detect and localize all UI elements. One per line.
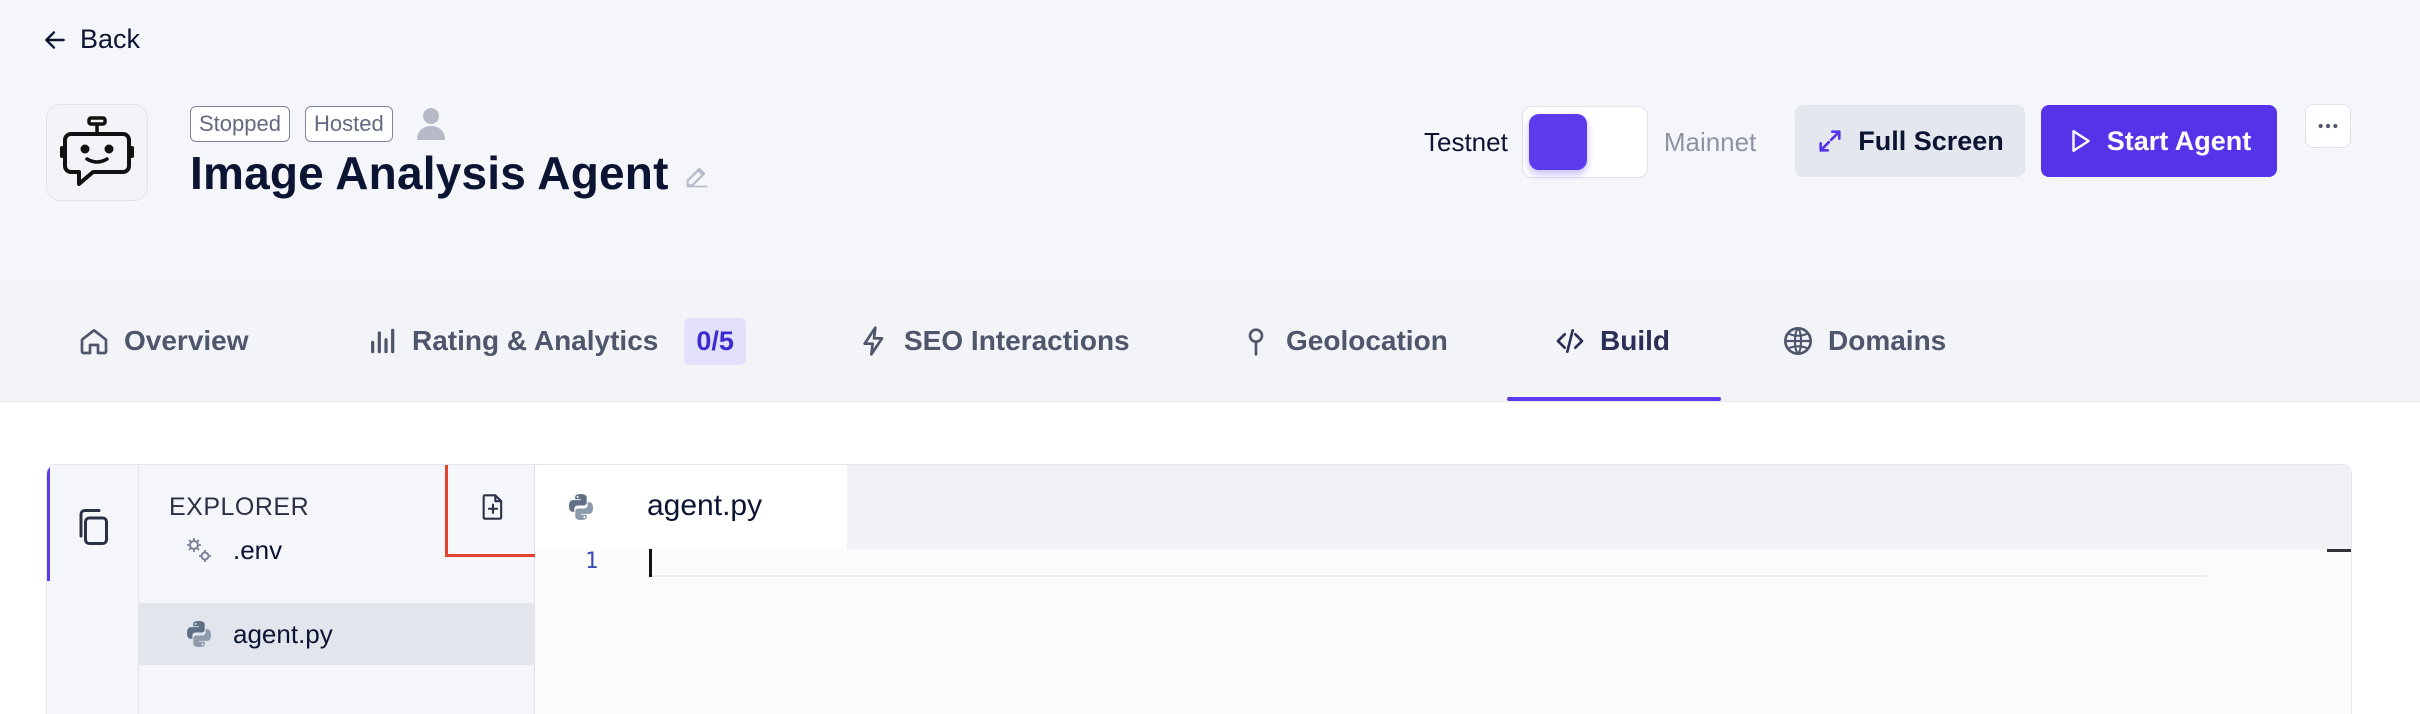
file-name: .env <box>233 534 283 565</box>
file-item-agent-py[interactable]: agent.py <box>139 603 535 665</box>
python-icon <box>187 621 211 647</box>
explorer-title: EXPLORER <box>169 493 310 521</box>
full-screen-button[interactable]: Full Screen <box>1795 105 2025 177</box>
network-toggle[interactable] <box>1521 106 1648 178</box>
active-tab-indicator <box>1507 397 1721 401</box>
activity-active-indicator <box>47 465 50 581</box>
activity-bar <box>47 465 139 714</box>
tab-overview[interactable]: Overview <box>78 280 249 402</box>
testnet-label: Testnet <box>1424 126 1508 157</box>
robot-chat-icon <box>60 115 134 186</box>
tab-build[interactable]: Build <box>1554 280 1670 402</box>
expand-icon <box>1819 130 1841 152</box>
editor-tab-label: agent.py <box>647 489 763 522</box>
more-horizontal-icon <box>2318 123 2338 129</box>
tab-seo-interactions-label: SEO Interactions <box>904 325 1130 356</box>
lightning-icon <box>863 326 884 356</box>
tab-build-label: Build <box>1600 325 1670 356</box>
tab-overview-label: Overview <box>124 325 249 356</box>
play-icon <box>2072 130 2090 152</box>
gears-icon <box>187 538 211 562</box>
tab-geolocation[interactable]: Geolocation <box>1240 280 1448 402</box>
status-badge: Stopped <box>190 106 290 142</box>
tab-seo-interactions[interactable]: SEO Interactions <box>858 280 1130 402</box>
tab-geolocation-label: Geolocation <box>1286 325 1448 356</box>
file-name: agent.py <box>233 618 333 649</box>
new-file-icon <box>482 494 503 520</box>
text-caret <box>649 549 652 577</box>
editor-area: agent.py 1 <box>535 465 2351 714</box>
back-label: Back <box>80 24 141 54</box>
tab-rating-analytics[interactable]: Rating & Analytics 0/5 <box>366 280 746 402</box>
edit-icon[interactable] <box>683 162 711 190</box>
user-icon <box>416 108 445 140</box>
back-link[interactable]: Back <box>42 24 140 55</box>
line-number: 1 <box>585 549 599 574</box>
network-switch: Testnet Mainnet <box>1424 106 1756 178</box>
tab-rating-analytics-label: Rating & Analytics <box>412 325 659 356</box>
editor-scrollbar[interactable] <box>2327 549 2351 552</box>
agent-tabs: Overview Rating & Analytics 0/5 SEO Inte… <box>0 280 2420 402</box>
code-icon <box>1556 329 1584 353</box>
agent-avatar <box>46 104 148 201</box>
globe-icon <box>1784 327 1812 355</box>
start-agent-label: Start Agent <box>2106 125 2252 156</box>
tab-domains-label: Domains <box>1828 325 1947 356</box>
editor-tab-agent-py[interactable]: agent.py <box>535 465 847 549</box>
toggle-knob <box>1528 114 1587 170</box>
mainnet-label: Mainnet <box>1663 126 1757 157</box>
home-icon <box>80 329 108 355</box>
pin-icon <box>1248 328 1264 356</box>
hosting-badge: Hosted <box>304 106 393 142</box>
full-screen-label: Full Screen <box>1858 125 2004 156</box>
arrow-left-icon <box>45 30 65 49</box>
new-file-button[interactable] <box>445 465 541 557</box>
start-agent-button[interactable]: Start Agent <box>2041 105 2277 177</box>
agent-badges: Stopped Hosted <box>190 106 446 142</box>
python-icon <box>569 494 593 520</box>
bar-chart-icon <box>371 328 395 354</box>
rating-count-badge: 0/5 <box>684 317 746 365</box>
code-editor-panel: EXPLORER .env agent.py agent.py 1 <box>46 464 2352 714</box>
page-title: Image Analysis Agent <box>190 147 669 199</box>
files-copy-icon[interactable] <box>75 507 111 547</box>
code-input-line[interactable] <box>647 543 2207 577</box>
agent-title-row: Image Analysis Agent <box>190 146 711 200</box>
agent-header: Back Stopped Hosted Image Analysis Agent… <box>0 0 2420 280</box>
more-options-button[interactable] <box>2305 104 2351 148</box>
tab-domains[interactable]: Domains <box>1782 280 1946 402</box>
